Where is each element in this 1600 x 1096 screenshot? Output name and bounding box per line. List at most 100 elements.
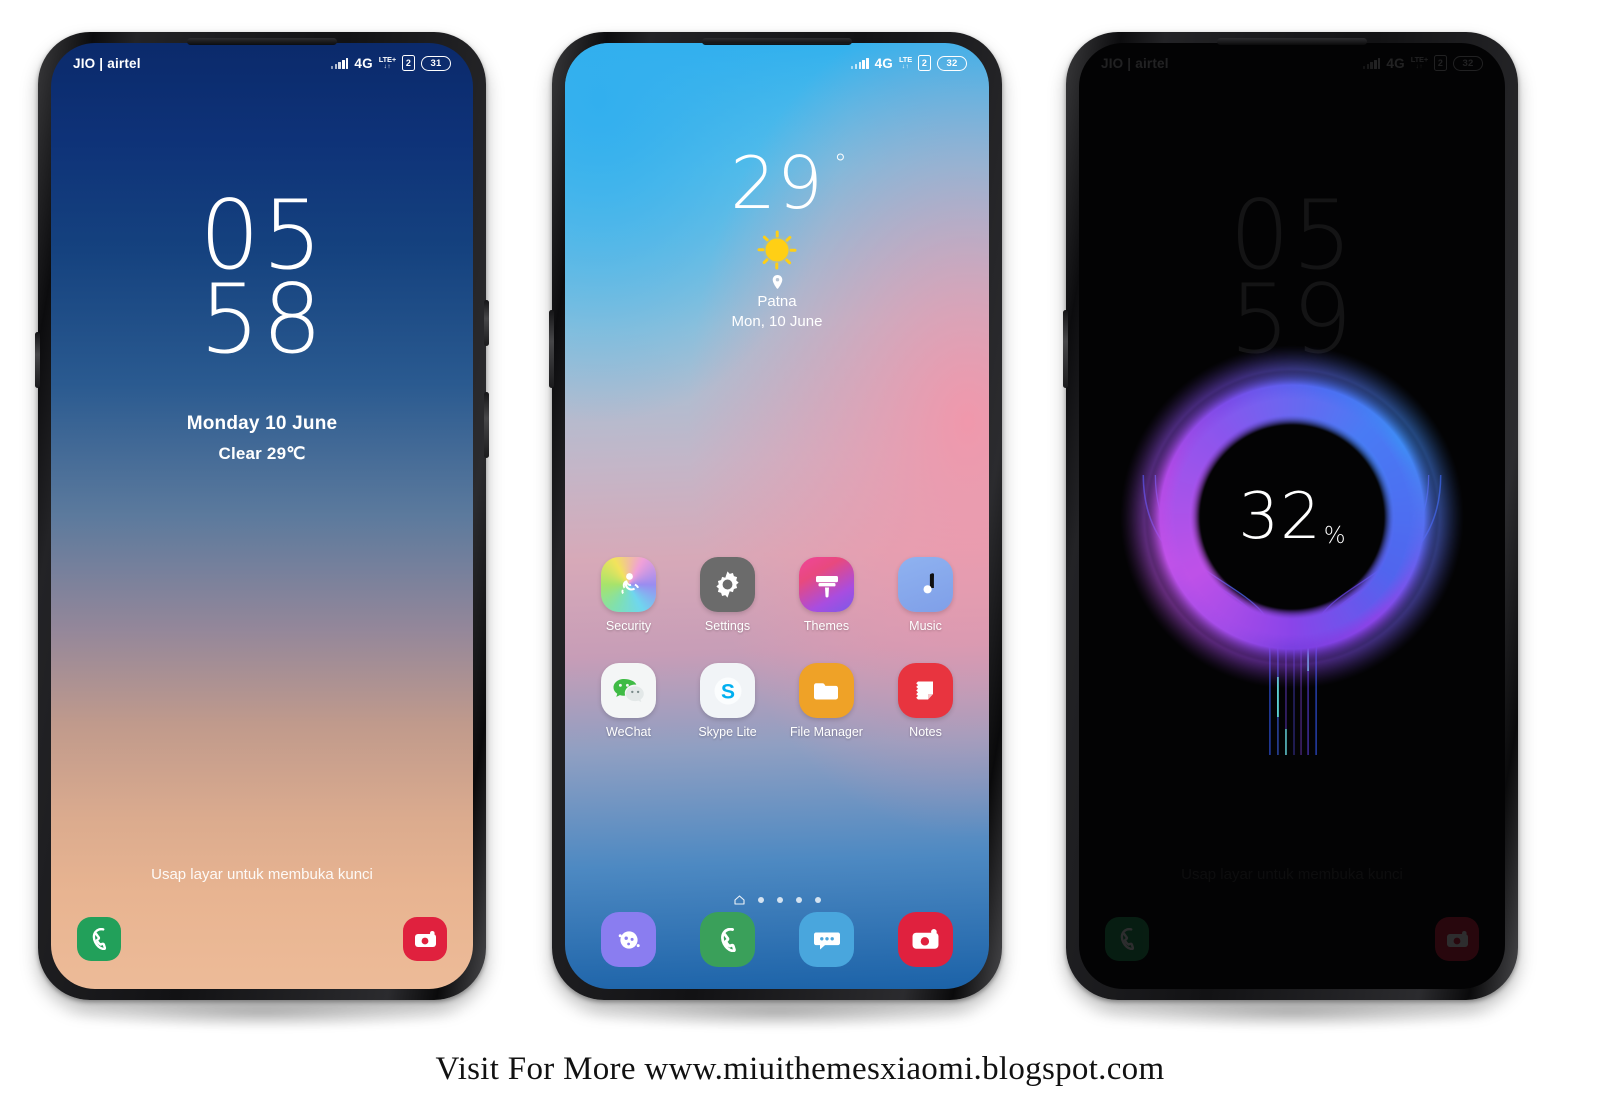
- phone-icon: [92, 928, 107, 950]
- lte-icon: LTE ↓↑: [898, 55, 912, 70]
- extra-button-right[interactable]: [484, 392, 489, 458]
- phone-shortcut-button[interactable]: [77, 917, 121, 961]
- lockscreen-clock: 05 58: [51, 189, 473, 375]
- contacts-icon[interactable]: [601, 912, 656, 967]
- weather-widget[interactable]: 29 ° Patna Mon, 10 June: [565, 147, 989, 333]
- poster-canvas: JIO | airtel 4G LTE+ ↓↑ 2 31 05 58 Monda…: [0, 0, 1600, 1096]
- battery-indicator: 32: [1453, 55, 1483, 71]
- page-indicator[interactable]: [565, 895, 989, 905]
- lockscreen-date: Monday 10 June: [186, 413, 338, 434]
- volume-button-left[interactable]: [35, 332, 40, 388]
- app-label: Themes: [803, 619, 850, 633]
- battery-percent: 32%: [1142, 485, 1442, 549]
- power-button-right[interactable]: [484, 300, 489, 346]
- app-settings[interactable]: Settings: [687, 557, 769, 633]
- phone1-status-bar: JIO | airtel 4G LTE+ ↓↑ 2 31: [51, 43, 473, 77]
- status-icons-2: 4G LTE ↓↑ 2 32: [851, 55, 967, 71]
- sun-icon: [754, 227, 800, 273]
- notes-glyph-icon: [916, 681, 933, 700]
- footer-credit: Visit For More www.miuithemesxiaomi.blog…: [435, 1051, 1165, 1087]
- messages-glyph-icon: [813, 932, 840, 949]
- weather-city: Patna: [757, 293, 797, 310]
- volume-button-left-3[interactable]: [1063, 310, 1068, 388]
- network-type-label: 4G: [1386, 55, 1405, 71]
- camera-icon[interactable]: [898, 912, 953, 967]
- camera-shortcut-button-dim[interactable]: [1435, 917, 1479, 961]
- phone3-screen[interactable]: JIO | airtel 4G LTE+ ↓↑ 2 32 05 59 32%: [1079, 43, 1505, 989]
- lockscreen-weather: Clear 29℃: [218, 444, 306, 463]
- app-skype[interactable]: S Skype Lite: [687, 663, 769, 739]
- phone2-shadow: [574, 996, 980, 1030]
- gear-icon: [700, 557, 755, 612]
- phone-glyph-icon: [720, 927, 736, 952]
- skype-glyph-icon: S: [714, 677, 741, 704]
- wechat-icon: [601, 663, 656, 718]
- folder-icon: [799, 663, 854, 718]
- phone-icon: [1120, 928, 1135, 950]
- phone2-status-bar: 4G LTE ↓↑ 2 32: [565, 43, 989, 77]
- status-icons: 4G LTE+ ↓↑ 2 31: [330, 55, 451, 71]
- dock: [565, 912, 989, 967]
- volume-button-left-2[interactable]: [549, 310, 554, 388]
- app-label: Skype Lite: [698, 725, 757, 739]
- clock-minutes: 58: [199, 264, 325, 375]
- contacts-glyph-icon: [618, 930, 640, 949]
- app-row-1: Security Settings Themes Music: [565, 557, 989, 633]
- camera-icon: [414, 930, 436, 947]
- battery-indicator: 31: [421, 55, 451, 71]
- app-notes[interactable]: Notes: [885, 663, 967, 739]
- charging-indicator: 32%: [1079, 345, 1505, 797]
- sim-indicator-icon: 2: [1434, 55, 1447, 71]
- app-file-manager[interactable]: File Manager: [786, 663, 868, 739]
- app-themes[interactable]: Themes: [786, 557, 868, 633]
- camera-icon: [1446, 930, 1468, 947]
- sim-indicator-icon: 2: [918, 55, 931, 71]
- app-music[interactable]: Music: [885, 557, 967, 633]
- percent-symbol: %: [1323, 523, 1346, 549]
- home-icon: [733, 895, 745, 905]
- notes-icon: [898, 663, 953, 718]
- app-wechat[interactable]: WeChat: [588, 663, 670, 739]
- signal-bars-icon: [1362, 57, 1381, 69]
- folder-glyph-icon: [813, 682, 838, 699]
- messages-icon[interactable]: [799, 912, 854, 967]
- phone3-status-bar: JIO | airtel 4G LTE+ ↓↑ 2 32: [1079, 43, 1505, 77]
- wechat-glyph-icon: [613, 678, 644, 702]
- svg-text:S: S: [720, 680, 734, 703]
- paint-brush-icon: [799, 557, 854, 612]
- camera-shortcut-button[interactable]: [403, 917, 447, 961]
- percent-value: 32: [1238, 480, 1322, 554]
- sim-indicator-icon: 2: [402, 55, 415, 71]
- app-label: WeChat: [606, 725, 651, 739]
- app-label: Security: [605, 619, 652, 633]
- phone2-screen[interactable]: 4G LTE ↓↑ 2 32 29 ° Patna Mon, 10 June S…: [565, 43, 989, 989]
- status-icons-3: 4G LTE+ ↓↑ 2 32: [1362, 55, 1483, 71]
- lte-icon: LTE+ ↓↑: [1410, 55, 1428, 70]
- signal-bars-icon: [851, 57, 869, 69]
- music-note-icon: [898, 557, 953, 612]
- page-dot[interactable]: [795, 897, 802, 903]
- lock-screen-phone: JIO | airtel 4G LTE+ ↓↑ 2 31 05 58 Monda…: [35, 32, 489, 1000]
- network-type-label: 4G: [874, 55, 893, 71]
- weather-date: Mon, 10 June: [731, 313, 823, 331]
- location-pin-icon: [772, 275, 782, 289]
- app-security[interactable]: Security: [588, 557, 670, 633]
- battery-indicator: 32: [937, 55, 967, 71]
- page-dot[interactable]: [776, 897, 783, 903]
- carrier-label-3: JIO | airtel: [1101, 55, 1169, 71]
- phone-shortcut-button-dim[interactable]: [1105, 917, 1149, 961]
- phone1-screen[interactable]: JIO | airtel 4G LTE+ ↓↑ 2 31 05 58 Monda…: [51, 43, 473, 989]
- lockscreen-meta: Monday 10 June Clear 29℃: [51, 413, 473, 464]
- camera-glyph-icon: [912, 929, 939, 949]
- app-label: File Manager: [790, 725, 863, 739]
- signal-bars-icon: [330, 57, 349, 69]
- unlock-hint-text-dim: Usap layar untuk membuka kunci: [1079, 865, 1505, 885]
- page-dot[interactable]: [757, 897, 764, 903]
- charging-screen-phone: JIO | airtel 4G LTE+ ↓↑ 2 32 05 59 32%: [1063, 32, 1518, 1000]
- page-dot[interactable]: [814, 897, 821, 903]
- phone-icon[interactable]: [700, 912, 755, 967]
- unlock-hint-text: Usap layar untuk membuka kunci: [151, 865, 373, 883]
- app-label: Settings: [704, 619, 751, 633]
- network-type-label: 4G: [354, 55, 373, 71]
- security-figure-icon: [620, 572, 639, 594]
